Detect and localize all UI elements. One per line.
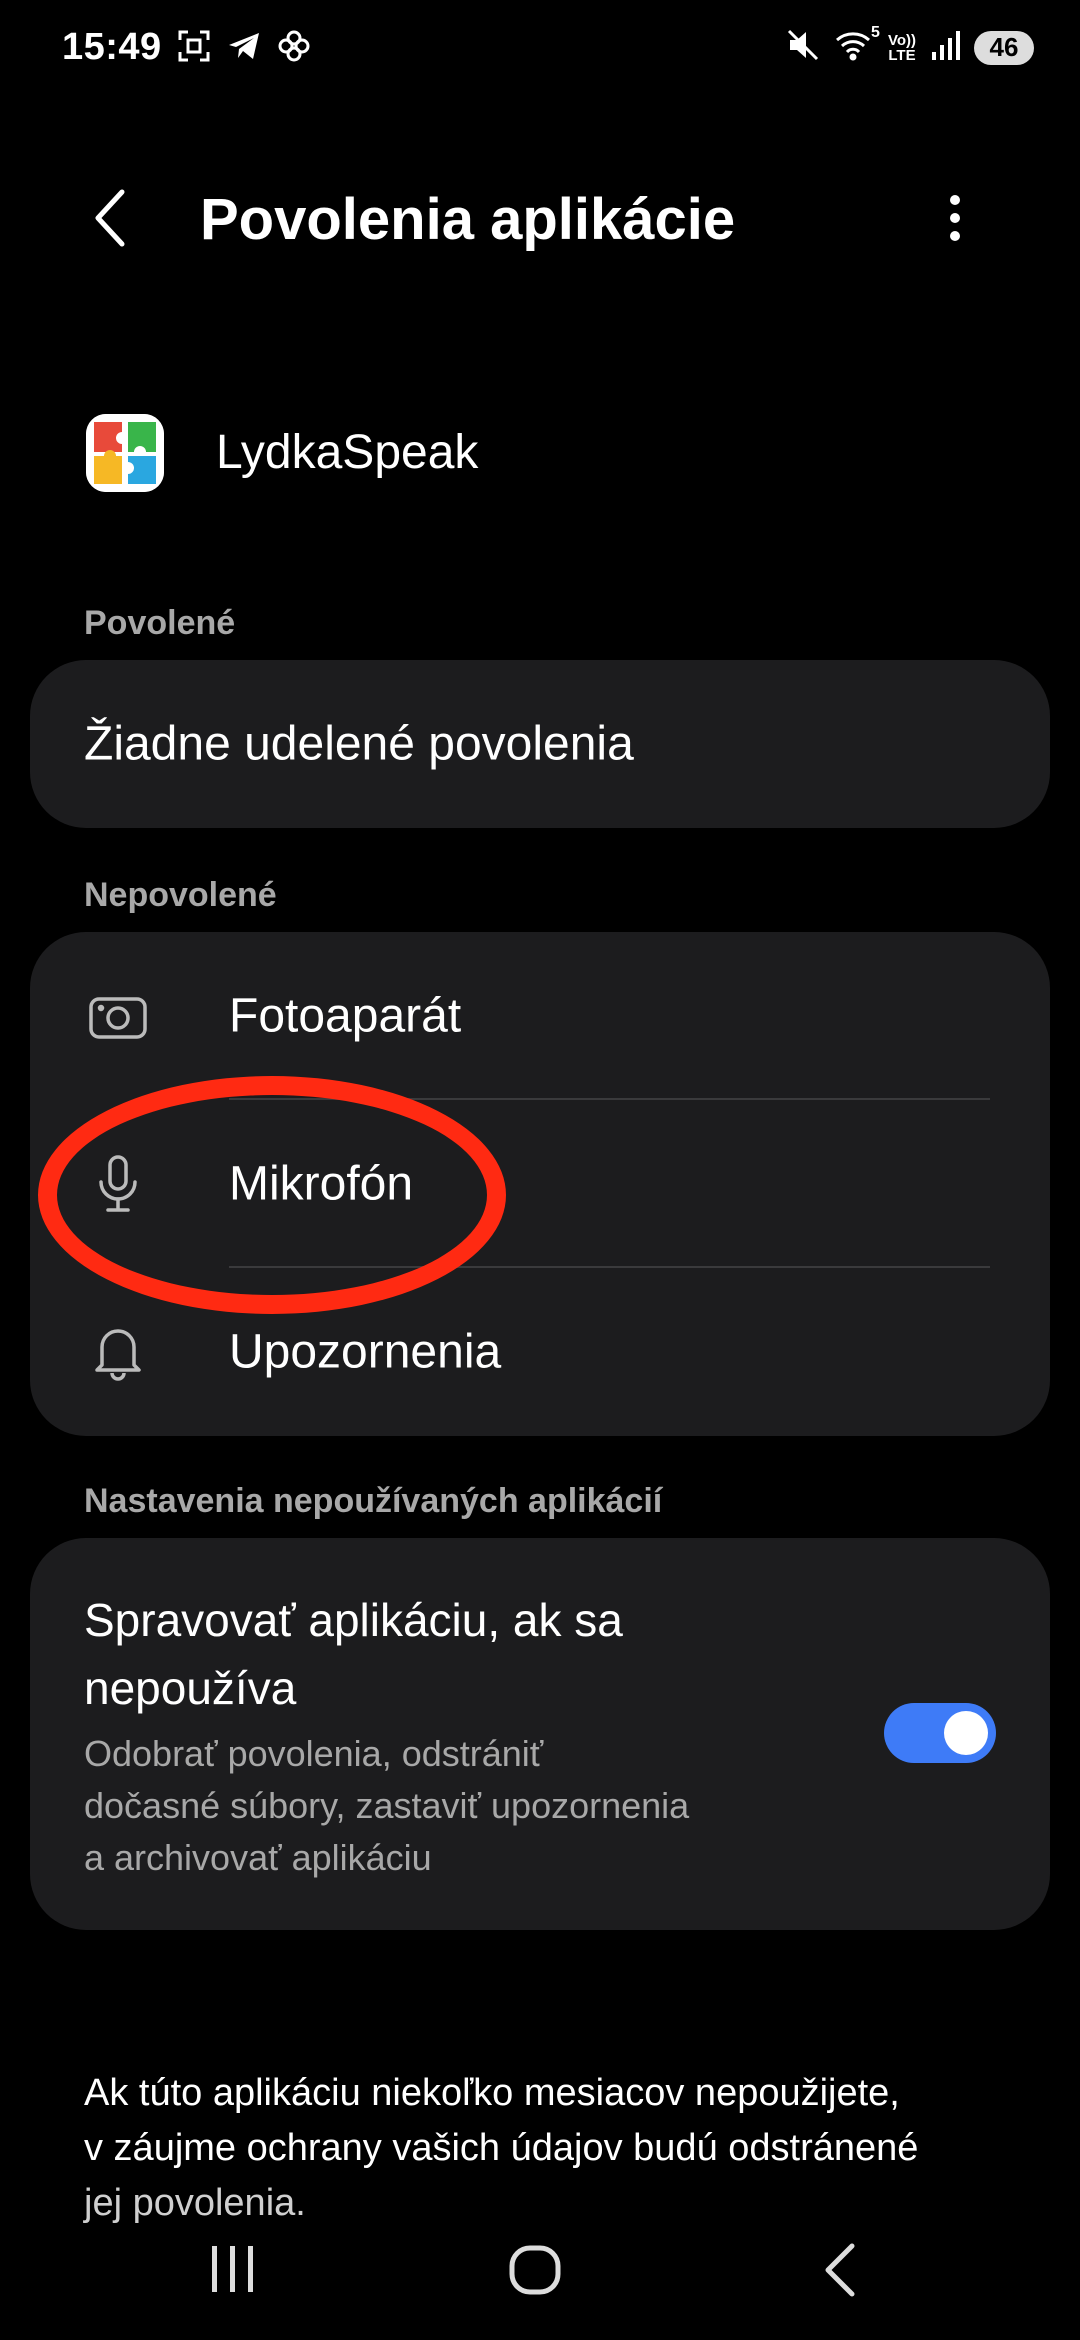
allowed-card: Žiadne udelené povolenia [30,660,1050,828]
recent-apps-icon [208,2246,258,2302]
status-time: 15:49 [62,26,162,68]
page-title: Povolenia aplikácie [200,187,736,252]
annotation-circle [38,1076,506,1314]
manage-unused-title: Spravovať aplikáciu, ak sa nepoužíva [84,1594,623,1714]
more-options-button[interactable] [920,180,990,260]
manage-unused-toggle[interactable] [884,1703,996,1763]
bell-icon [86,1320,150,1384]
camera-icon [86,984,150,1048]
status-bar: 15:49 5 Vo)) LTE 46 [0,0,1080,100]
wifi-icon: 5 [834,24,880,67]
system-status-icons: 5 Vo)) LTE 46 [786,24,1034,67]
signal-icon [930,28,960,67]
wifi-generation: 5 [871,24,880,41]
battery-indicator: 46 [974,30,1034,65]
toggle-knob [944,1711,988,1755]
recent-apps-button[interactable] [208,2242,258,2303]
telegram-icon [226,28,262,69]
permission-item-camera[interactable]: Fotoaparát [30,932,1050,1100]
pinwheel-icon [276,28,312,69]
back-nav-button[interactable] [822,2242,858,2303]
home-icon [508,2245,564,2302]
app-name: LydkaSpeak [216,426,479,479]
notification-icons [176,28,312,69]
more-vertical-icon [948,193,962,248]
permission-label: Fotoaparát [229,989,462,1043]
no-permissions-text: Žiadne udelené povolenia [84,717,634,771]
puzzle-app-icon [86,414,164,492]
manage-unused-description: Odobrať povolenia, odstrániť dočasné súb… [84,1733,690,1878]
mute-icon [786,28,820,67]
navigation-bar [0,2220,1080,2340]
allowed-section-label: Povolené [84,604,236,642]
screenshot-icon [176,28,212,69]
back-button[interactable] [80,180,140,260]
chevron-left-icon [92,188,128,253]
permission-label: Upozornenia [229,1325,502,1379]
denied-section-label: Nepovolené [84,876,277,914]
volte-icon: Vo)) LTE [887,31,916,64]
footer-info-text: Ak túto aplikáciu niekoľko mesiacov nepo… [84,2072,919,2224]
chevron-left-icon [822,2243,858,2302]
home-button[interactable] [508,2242,564,2303]
unused-section-label: Nastavenia nepoužívaných aplikácií [84,1482,663,1520]
